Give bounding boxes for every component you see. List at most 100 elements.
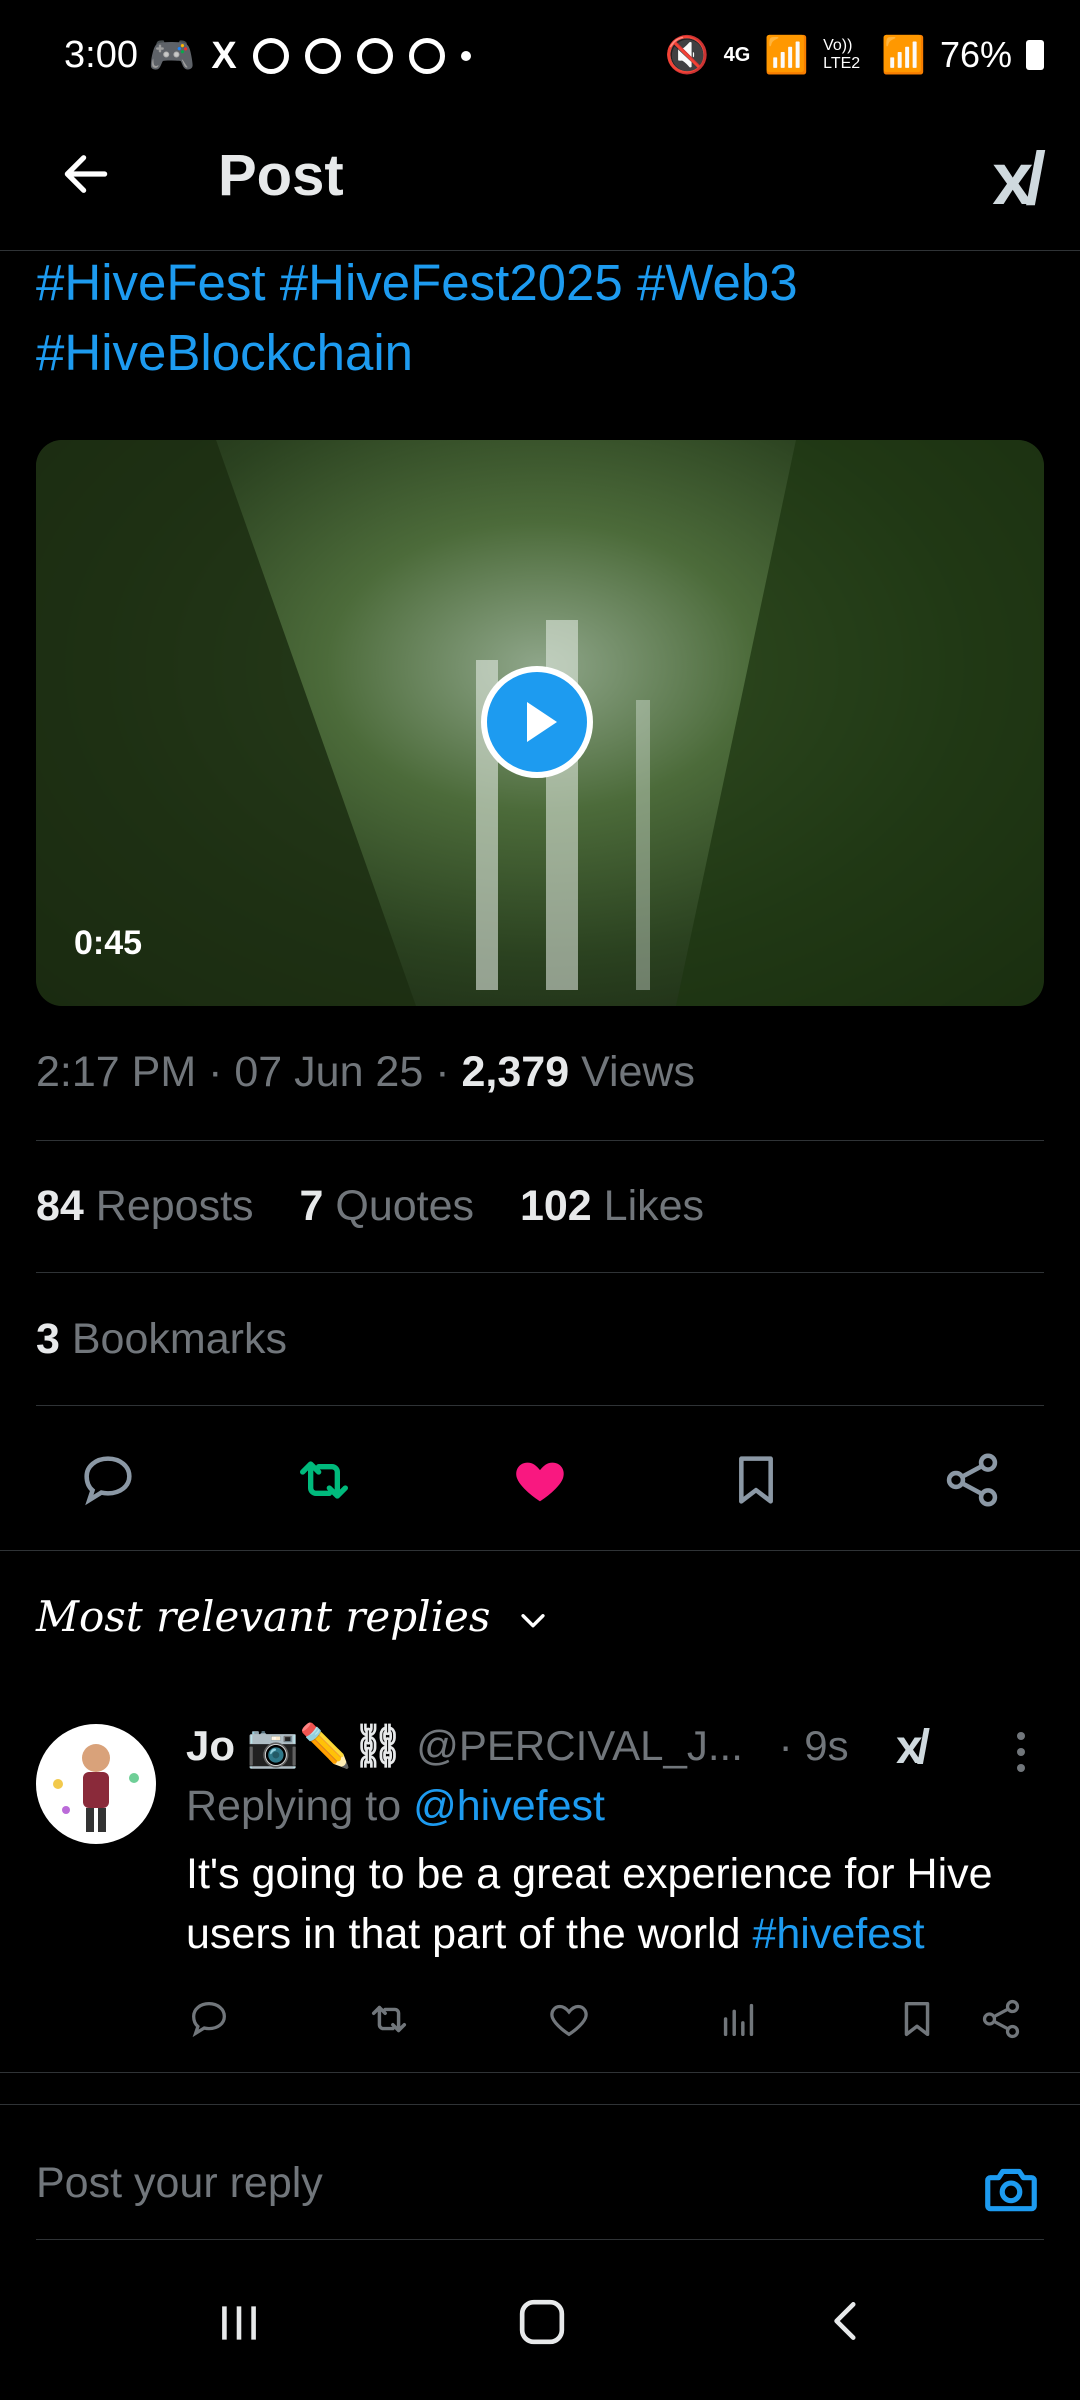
post-hashtags: #HiveFest #HiveFest2025 #Web3 #HiveBlock… bbox=[36, 248, 1046, 388]
network-type: 4G bbox=[723, 43, 751, 66]
bookmarks-count: 3 bbox=[36, 1315, 60, 1363]
play-icon bbox=[527, 702, 557, 742]
hashtag-line[interactable]: #HiveBlockchain bbox=[36, 318, 1046, 388]
reply-composer: Post your reply bbox=[0, 2104, 1080, 2241]
back-button[interactable] bbox=[58, 146, 114, 207]
top-app-bar: Post x/ bbox=[0, 120, 1080, 251]
separator: · bbox=[208, 1048, 235, 1096]
reply-display-name[interactable]: Jo 📷✏️⛓ bbox=[186, 1722, 405, 1769]
signal-icon: 📶 bbox=[764, 34, 810, 75]
back-nav-button[interactable] bbox=[822, 2296, 872, 2351]
repost-button[interactable] bbox=[292, 1448, 356, 1512]
reply-time: · 9s bbox=[778, 1722, 849, 1769]
post-stats: 84 Reposts 7 Quotes 102 Likes bbox=[36, 1182, 738, 1231]
chrome-icon bbox=[252, 38, 289, 74]
reply-button[interactable] bbox=[76, 1448, 140, 1512]
likes-count: 102 bbox=[519, 1182, 592, 1230]
share-icon bbox=[982, 1999, 1020, 2039]
home-button[interactable] bbox=[514, 2294, 570, 2355]
more-options-button[interactable] bbox=[1012, 1728, 1030, 1781]
like-button[interactable] bbox=[508, 1448, 572, 1512]
reply-hashtag[interactable]: #hivefest bbox=[752, 1910, 924, 1958]
chrome-icon bbox=[356, 38, 393, 74]
quotes-stat[interactable]: 7 Quotes bbox=[300, 1182, 486, 1230]
reply-input[interactable]: Post your reply bbox=[36, 2159, 323, 2208]
grok-logo-icon[interactable]: x/ bbox=[992, 136, 1046, 221]
battery-icon bbox=[1026, 40, 1044, 70]
bookmarks-label: Bookmarks bbox=[71, 1315, 287, 1363]
replying-to-handle[interactable]: @hivefest bbox=[413, 1782, 605, 1830]
more-vertical-icon bbox=[1017, 1732, 1025, 1772]
post-meta: 2:17 PM · 07 Jun 25 · 2,379 Views bbox=[36, 1048, 695, 1097]
share-icon bbox=[946, 1453, 998, 1507]
system-navigation-bar bbox=[0, 2240, 1080, 2400]
volte-label: Vo)) LTE2 bbox=[823, 37, 861, 72]
grok-icon[interactable]: x/ bbox=[896, 1720, 930, 1775]
system-icons: 🔇 4G 📶 Vo)) LTE2 📶 76% bbox=[665, 34, 1044, 76]
avatar-image bbox=[53, 1744, 139, 1832]
bookmark-icon bbox=[904, 2001, 930, 2037]
reply-icon bbox=[84, 1456, 132, 1506]
chrome-icon bbox=[408, 38, 445, 74]
video-player[interactable]: 0:45 bbox=[36, 440, 1044, 1006]
heart-icon bbox=[550, 2004, 588, 2037]
avatar[interactable] bbox=[36, 1724, 156, 1844]
bookmarks-stat[interactable]: 3 Bookmarks bbox=[36, 1315, 287, 1364]
reply-author: Jo 📷✏️⛓ @PERCIVAL_J... · 9s bbox=[186, 1722, 849, 1771]
reply-share-button[interactable] bbox=[978, 1996, 1024, 2047]
page-title: Post bbox=[218, 143, 344, 208]
likes-label: Likes bbox=[603, 1182, 705, 1230]
post-time: 2:17 PM bbox=[36, 1048, 197, 1096]
share-button[interactable] bbox=[940, 1448, 1004, 1512]
x-app-icon: X bbox=[211, 34, 237, 77]
quotes-label: Quotes bbox=[335, 1182, 475, 1230]
battery-percent: 76% bbox=[939, 34, 1012, 75]
notification-icons: 🎮 X bbox=[148, 34, 471, 78]
divider bbox=[36, 1405, 1044, 1406]
reply-handle[interactable]: @PERCIVAL_J... bbox=[416, 1722, 743, 1769]
discord-icon: 🎮 bbox=[148, 35, 196, 77]
likes-stat[interactable]: 102 Likes bbox=[520, 1182, 704, 1230]
separator: · bbox=[435, 1048, 462, 1096]
post-date: 07 Jun 25 bbox=[234, 1048, 424, 1096]
recent-apps-icon bbox=[222, 2306, 256, 2340]
reply-reply-button[interactable] bbox=[186, 1996, 232, 2047]
chevron-down-icon bbox=[521, 1614, 545, 1628]
hashtag-line[interactable]: #HiveFest #HiveFest2025 #Web3 bbox=[36, 248, 1046, 318]
signal-icon: 📶 bbox=[881, 34, 926, 75]
home-icon bbox=[519, 2299, 565, 2345]
reply-like-button[interactable] bbox=[546, 1996, 592, 2047]
replies-sort-dropdown[interactable]: Most relevant replies bbox=[36, 1592, 550, 1641]
chevron-left-icon bbox=[834, 2302, 856, 2340]
add-media-button[interactable] bbox=[980, 2157, 1042, 2224]
reply-icon bbox=[192, 2002, 226, 2038]
mute-icon: 🔇 bbox=[664, 34, 710, 75]
divider bbox=[36, 1272, 1044, 1273]
reply-bookmark-button[interactable] bbox=[894, 1996, 940, 2047]
status-time: 3:00 bbox=[64, 34, 138, 76]
analytics-icon bbox=[723, 2003, 754, 2037]
reposts-count: 84 bbox=[36, 1182, 84, 1230]
reposts-stat[interactable]: 84 Reposts bbox=[36, 1182, 266, 1230]
reposts-label: Reposts bbox=[95, 1182, 254, 1230]
replies-sort-label: Most relevant replies bbox=[36, 1592, 491, 1641]
reply-views-button[interactable] bbox=[716, 1996, 762, 2047]
arrow-left-icon bbox=[64, 155, 108, 193]
reply-repost-button[interactable] bbox=[366, 1996, 412, 2047]
heart-filled-icon bbox=[516, 1462, 564, 1502]
repost-icon bbox=[371, 2005, 407, 2033]
post-action-bar bbox=[0, 1410, 1080, 1551]
views-label: Views bbox=[581, 1048, 695, 1096]
play-button[interactable] bbox=[481, 666, 593, 778]
views-count: 2,379 bbox=[461, 1048, 570, 1096]
bookmark-button[interactable] bbox=[724, 1448, 788, 1512]
repost-icon bbox=[300, 1461, 348, 1499]
reply-item[interactable]: Jo 📷✏️⛓ @PERCIVAL_J... · 9s x/ Replying … bbox=[0, 1700, 1080, 2073]
replying-to: Replying to @hivefest bbox=[186, 1782, 605, 1831]
quotes-count: 7 bbox=[299, 1182, 324, 1230]
divider bbox=[36, 1140, 1044, 1141]
status-bar: 3:00 🎮 X 🔇 4G 📶 Vo)) LTE2 📶 76% bbox=[0, 30, 1080, 86]
camera-icon bbox=[985, 2168, 1037, 2212]
recent-apps-button[interactable] bbox=[214, 2298, 264, 2353]
reply-text: It's going to be a great experience for … bbox=[186, 1844, 1056, 1964]
